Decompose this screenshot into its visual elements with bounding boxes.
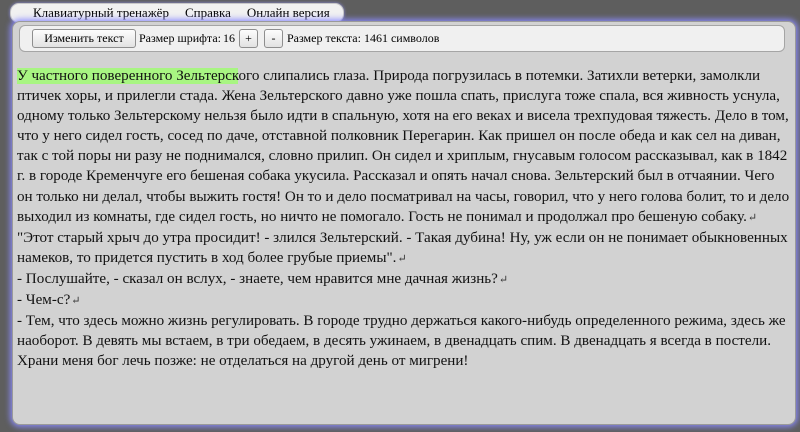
font-size-value: 16 xyxy=(222,31,235,45)
typing-text[interactable]: У частного поверенного Зельтерского слип… xyxy=(17,66,791,371)
paragraph-4: - Чем-с?↵ xyxy=(17,290,791,311)
font-size-decrease-button[interactable]: - xyxy=(263,29,283,48)
return-icon: ↵ xyxy=(498,273,509,286)
menu-item-typing-trainer[interactable]: Клавиатурный тренажёр xyxy=(33,5,169,21)
paragraph-3: - Послушайте, - сказал он вслух, - знает… xyxy=(17,269,791,290)
paragraph-2: "Этот старый хрыч до утра просидит! - зл… xyxy=(17,228,791,269)
paragraph-5-text: - Тем, что здесь можно жизнь регулироват… xyxy=(17,313,786,370)
menu-item-help[interactable]: Справка xyxy=(185,5,231,21)
return-icon: ↵ xyxy=(747,211,758,224)
font-size-label: Размер шрифта: xyxy=(139,31,221,45)
paragraph-1-text: ого слипались глаза. Природа погрузилась… xyxy=(17,68,790,225)
menu-bar: Клавиатурный тренажёр Справка Онлайн вер… xyxy=(10,3,344,23)
paragraph-5: - Тем, что здесь можно жизнь регулироват… xyxy=(17,311,791,371)
change-text-button[interactable]: Изменить текст xyxy=(32,29,136,48)
paragraph-1: У частного поверенного Зельтерского слип… xyxy=(17,66,791,228)
return-icon: ↵ xyxy=(71,295,81,308)
paragraph-3-text: - Послушайте, - сказал он вслух, - знает… xyxy=(17,270,498,287)
main-panel: Изменить текст Размер шрифта: 16 + - Раз… xyxy=(12,21,796,425)
paragraph-4-text: - Чем-с? xyxy=(17,292,71,309)
font-size-increase-button[interactable]: + xyxy=(238,29,258,48)
toolbar: Изменить текст Размер шрифта: 16 + - Раз… xyxy=(19,25,785,52)
typed-progress-highlight: У частного поверенного Зельтерск xyxy=(17,68,239,84)
return-icon: ↵ xyxy=(397,252,407,265)
menu-item-online-version[interactable]: Онлайн версия xyxy=(247,5,330,21)
text-size-label: Размер текста: 1461 символов xyxy=(286,31,440,45)
